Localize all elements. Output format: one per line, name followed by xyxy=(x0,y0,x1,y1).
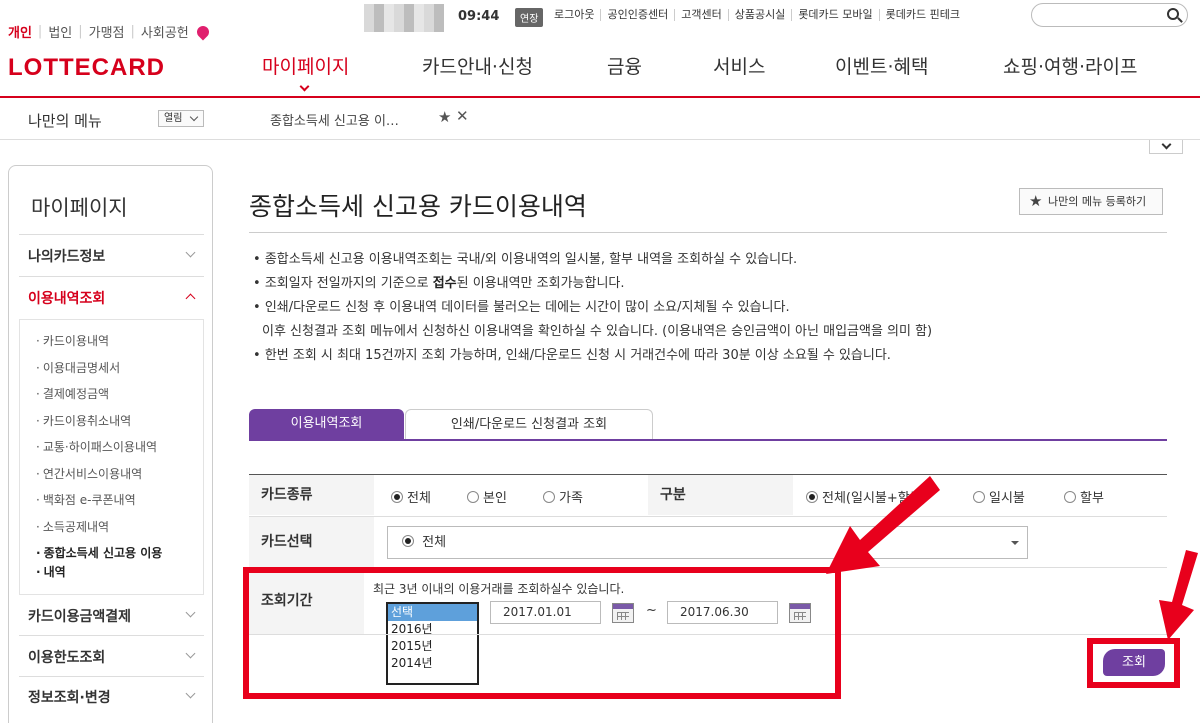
annotation-arrow-right xyxy=(1159,550,1198,640)
annotation-arrow-left xyxy=(826,476,940,574)
annotation-arrows xyxy=(826,476,1198,640)
